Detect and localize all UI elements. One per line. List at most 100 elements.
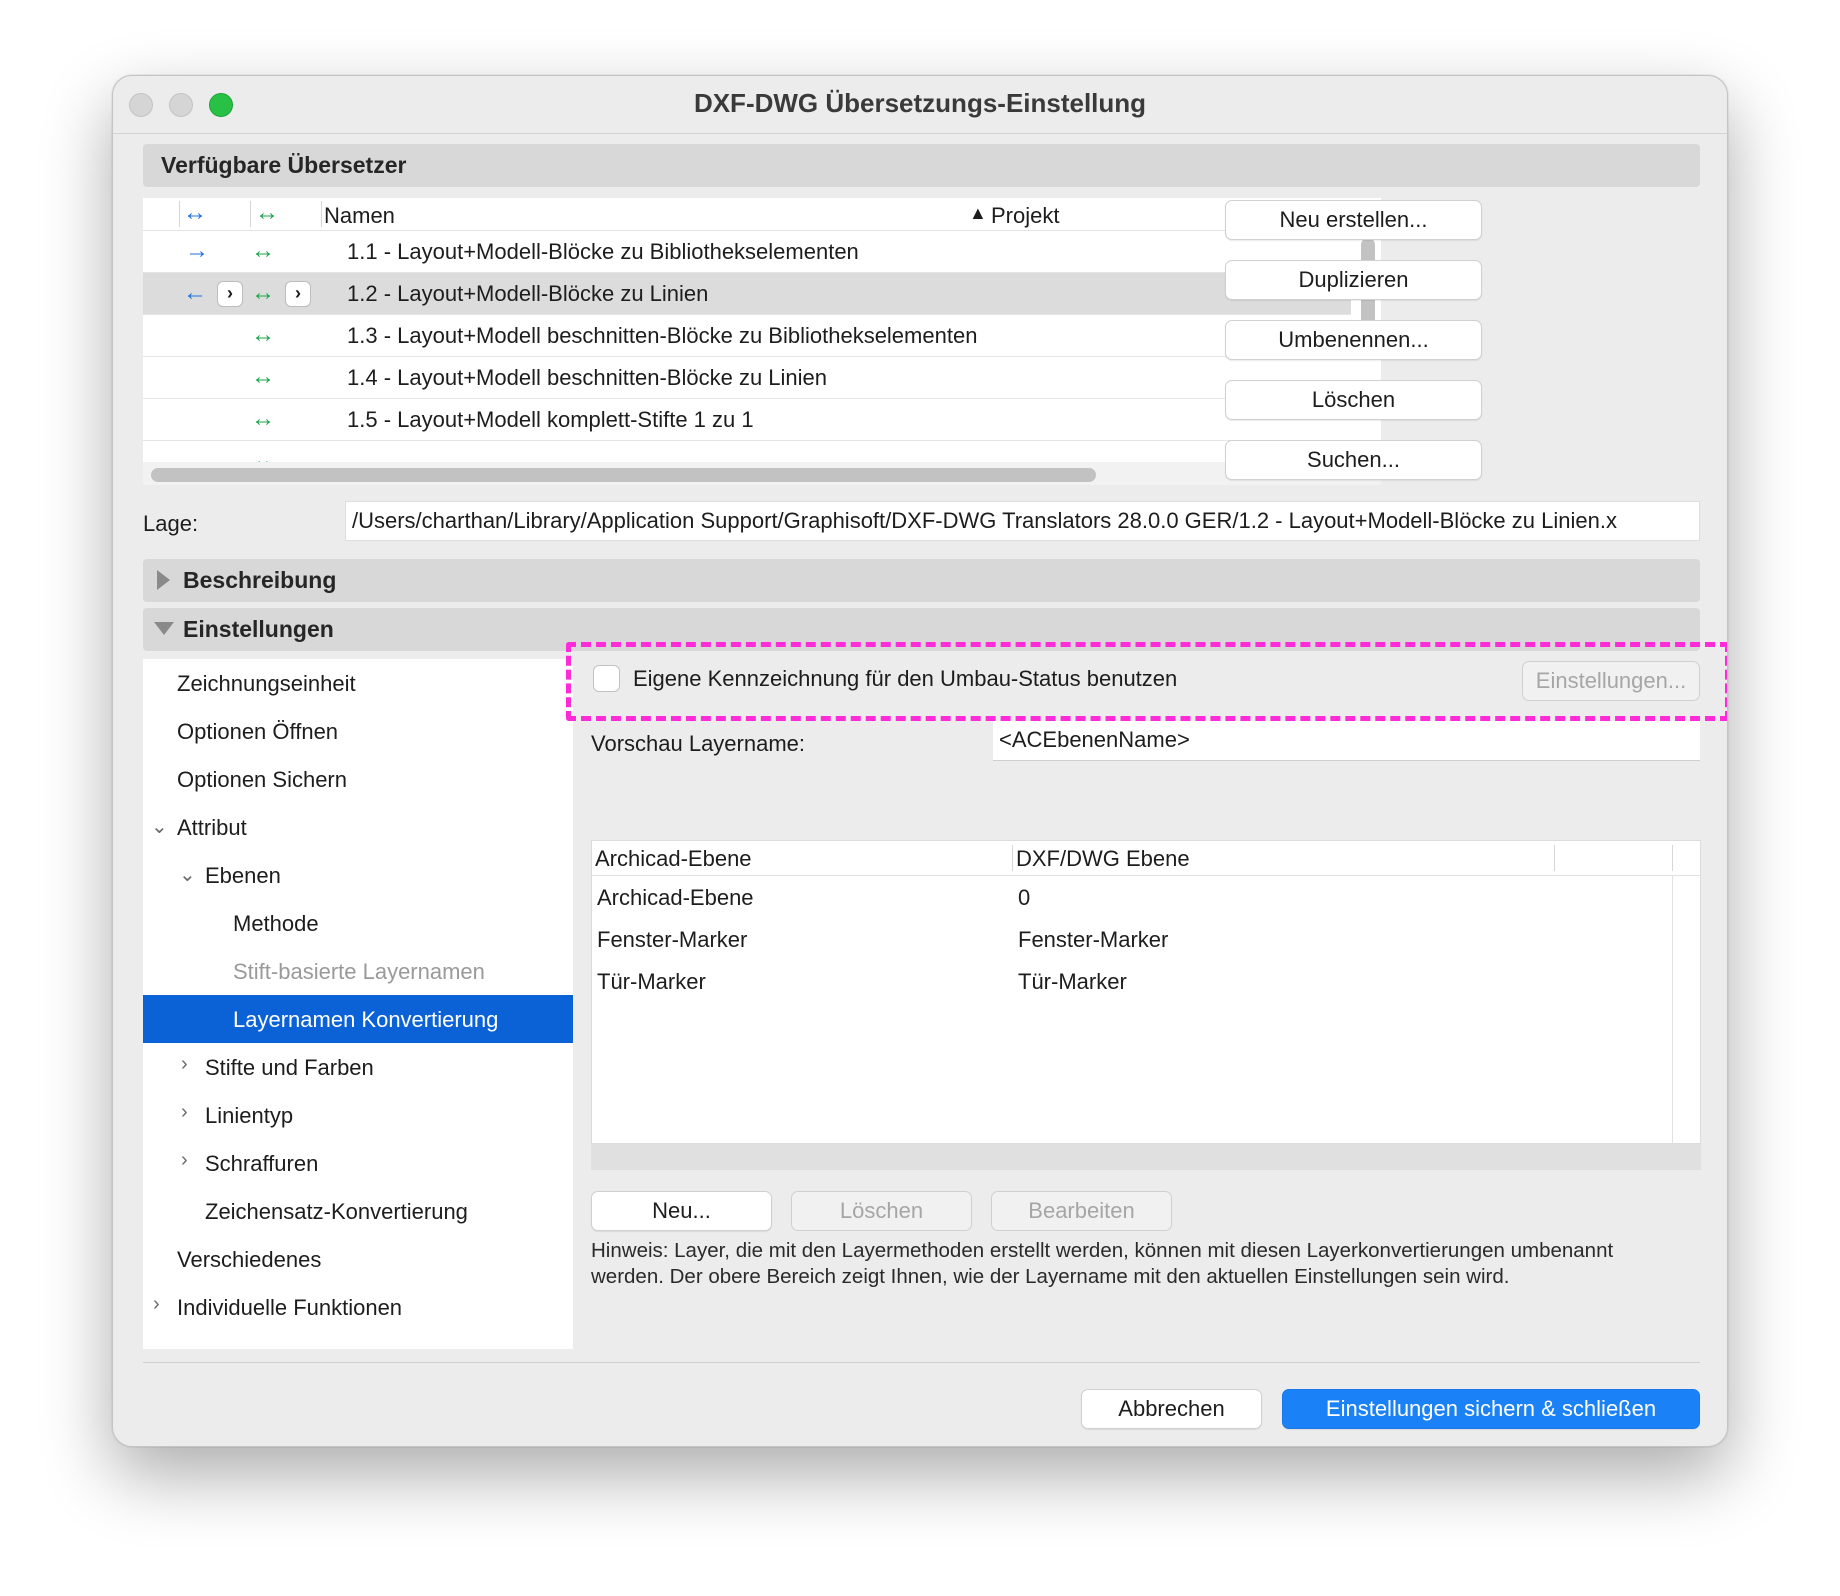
preview-layername-field: <ACEbenenName> xyxy=(993,721,1700,761)
chevron-right-icon[interactable]: › xyxy=(181,1053,188,1076)
new-translator-button[interactable]: Neu erstellen... xyxy=(1225,200,1482,240)
rename-translator-button[interactable]: Umbenennen... xyxy=(1225,320,1482,360)
tree-item-schraffuren[interactable]: › Schraffuren xyxy=(143,1139,573,1187)
settings-section-title: Einstellungen xyxy=(183,616,334,642)
chevron-right-icon[interactable]: › xyxy=(153,1293,160,1316)
dxf-layer-cell: Tür-Marker xyxy=(1018,969,1127,994)
table-scroll-gutter xyxy=(1672,876,1673,1144)
bidirectional-arrow-icon: ↔ xyxy=(251,405,275,432)
chevron-right-icon[interactable]: › xyxy=(285,281,311,307)
chevron-right-icon[interactable]: › xyxy=(181,1149,188,1172)
tree-item-linientyp[interactable]: › Linientyp xyxy=(143,1091,573,1139)
available-translators-title: Verfügbare Übersetzer xyxy=(161,152,407,178)
layer-conversion-table: Archicad-Ebene DXF/DWG Ebene Archicad-Eb… xyxy=(591,840,1701,1144)
column-separator xyxy=(250,201,251,227)
dxf-dwg-layer-column-header[interactable]: DXF/DWG Ebene xyxy=(1016,846,1190,872)
import-arrow-icon: → xyxy=(185,237,209,264)
translator-row-selected[interactable]: ← › ↔ › 1.2 - Layout+Modell-Blöcke zu Li… xyxy=(143,273,1351,315)
export-arrow-icon: ← xyxy=(183,279,207,306)
tree-item-label: Schraffuren xyxy=(205,1151,319,1176)
translator-name: 1.4 - Layout+Modell beschnitten-Blöcke z… xyxy=(347,365,828,390)
disclosure-collapsed-icon xyxy=(157,570,170,590)
window-title: DXF-DWG Übersetzungs-Einstellung xyxy=(693,88,1147,118)
archicad-layer-cell: Tür-Marker xyxy=(597,969,706,994)
title-bar: DXF-DWG Übersetzungs-Einstellung xyxy=(113,76,1727,134)
tree-item-verschiedenes[interactable]: Verschiedenes xyxy=(143,1235,573,1283)
location-label: Lage: xyxy=(143,511,199,536)
translator-list: ↔ ↔ Namen ▲ Projekt → ↔ 1.1 - Layout+Mod… xyxy=(143,198,1381,485)
names-column-header[interactable]: Namen xyxy=(324,203,395,229)
location-path-field[interactable]: /Users/charthan/Library/Application Supp… xyxy=(345,501,1700,541)
tree-item-attribut[interactable]: ⌄ Attribut xyxy=(143,803,573,851)
column-separator xyxy=(1012,845,1013,871)
tree-item-label: Ebenen xyxy=(205,863,281,888)
tree-item-ebenen[interactable]: ⌄ Ebenen xyxy=(143,851,573,899)
tree-item-label: Methode xyxy=(233,911,319,936)
translator-row[interactable]: → ↔ 1.1 - Layout+Modell-Blöcke zu Biblio… xyxy=(143,231,1351,273)
description-section-title: Beschreibung xyxy=(183,567,337,593)
renovation-settings-button[interactable]: Einstellungen... xyxy=(1522,661,1700,701)
delete-layer-conversion-button[interactable]: Löschen xyxy=(791,1191,972,1231)
bidirectional-arrow-icon: ↔ xyxy=(251,321,275,348)
chevron-down-icon[interactable]: ⌄ xyxy=(179,862,196,887)
project-column-header[interactable]: Projekt xyxy=(991,203,1059,229)
tree-item-zeichnungseinheit[interactable]: Zeichnungseinheit xyxy=(143,659,573,707)
column-separator xyxy=(179,201,180,227)
layer-table-footer xyxy=(591,1144,1701,1170)
new-layer-conversion-button[interactable]: Neu... xyxy=(591,1191,772,1231)
dialog-window: DXF-DWG Übersetzungs-Einstellung Verfügb… xyxy=(112,75,1728,1447)
tree-item-label: Optionen Sichern xyxy=(177,767,347,792)
renovation-status-checkbox[interactable] xyxy=(593,665,620,692)
tree-item-individuelle-funktionen[interactable]: › Individuelle Funktionen xyxy=(143,1283,573,1331)
search-translator-button[interactable]: Suchen... xyxy=(1225,440,1482,480)
chevron-right-icon[interactable]: › xyxy=(217,281,243,307)
translator-row[interactable]: ↔ 1.3 - Layout+Modell beschnitten-Blöcke… xyxy=(143,315,1351,357)
tree-item-methode[interactable]: Methode xyxy=(143,899,573,947)
tree-item-layernamen-konvertierung[interactable]: Layernamen Konvertierung xyxy=(143,995,573,1043)
dxf-layer-cell: 0 xyxy=(1018,885,1031,910)
bidirectional-arrow-icon: ↔ xyxy=(251,363,275,390)
cancel-button[interactable]: Abbrechen xyxy=(1081,1389,1262,1429)
save-and-close-button[interactable]: Einstellungen sichern & schließen xyxy=(1282,1389,1700,1429)
tree-item-label: Stifte und Farben xyxy=(205,1055,374,1080)
description-section-header[interactable]: Beschreibung xyxy=(143,559,1700,602)
bidirectional-arrow-icon: ↔ xyxy=(251,237,275,264)
layer-table-row[interactable]: Archicad-Ebene 0 xyxy=(592,877,1672,919)
tree-item-label: Linientyp xyxy=(205,1103,294,1128)
tree-item-label: Zeichensatz-Konvertierung xyxy=(205,1199,468,1224)
tree-item-stift-basierte-layernamen: Stift-basierte Layernamen xyxy=(143,947,573,995)
footer-divider xyxy=(143,1362,1700,1363)
tree-item-label: Stift-basierte Layernamen xyxy=(233,959,485,984)
layer-table-header: Archicad-Ebene DXF/DWG Ebene xyxy=(592,841,1700,876)
translator-name: 1.1 - Layout+Modell-Blöcke zu Bibliothek… xyxy=(347,239,859,264)
layer-table-row[interactable]: Fenster-Marker Fenster-Marker xyxy=(592,919,1672,961)
hint-text: Hinweis: Layer, die mit den Layermethode… xyxy=(591,1239,1614,1288)
column-separator xyxy=(1554,845,1555,871)
disclosure-expanded-icon xyxy=(154,622,174,635)
export-direction-column-icon[interactable]: ↔ xyxy=(255,201,279,225)
layer-table-row[interactable]: Tür-Marker Tür-Marker xyxy=(592,961,1672,1003)
tree-item-optionen-sichern[interactable]: Optionen Sichern xyxy=(143,755,573,803)
chevron-down-icon[interactable]: ⌄ xyxy=(151,814,168,839)
tree-item-optionen-oeffnen[interactable]: Optionen Öffnen xyxy=(143,707,573,755)
archicad-layer-column-header[interactable]: Archicad-Ebene xyxy=(595,846,752,872)
bidirectional-arrow-icon: ↔ xyxy=(251,279,275,306)
import-direction-column-icon[interactable]: ↔ xyxy=(183,201,207,225)
translator-row[interactable]: ↔ 1.4 - Layout+Modell beschnitten-Blöcke… xyxy=(143,357,1351,399)
sort-ascending-icon: ▲ xyxy=(969,203,987,223)
archicad-layer-cell: Archicad-Ebene xyxy=(597,885,754,910)
tree-item-stifte-und-farben[interactable]: › Stifte und Farben xyxy=(143,1043,573,1091)
translator-list-horizontal-scrollbar[interactable] xyxy=(151,468,1096,482)
duplicate-translator-button[interactable]: Duplizieren xyxy=(1225,260,1482,300)
translator-list-header: ↔ ↔ Namen ▲ Projekt xyxy=(143,198,1381,231)
edit-layer-conversion-button[interactable]: Bearbeiten xyxy=(991,1191,1172,1231)
available-translators-header: Verfügbare Übersetzer xyxy=(143,144,1700,187)
translator-row[interactable]: ↔ 1.5 - Layout+Modell komplett-Stifte 1 … xyxy=(143,399,1351,441)
renovation-status-checkbox-label[interactable]: Eigene Kennzeichnung für den Umbau-Statu… xyxy=(633,666,1177,692)
chevron-right-icon[interactable]: › xyxy=(181,1101,188,1124)
delete-translator-button[interactable]: Löschen xyxy=(1225,380,1482,420)
tree-item-label: Attribut xyxy=(177,815,247,840)
settings-tree: Zeichnungseinheit Optionen Öffnen Option… xyxy=(143,659,573,1349)
tree-item-zeichensatz-konvertierung[interactable]: Zeichensatz-Konvertierung xyxy=(143,1187,573,1235)
column-separator xyxy=(1672,845,1673,871)
